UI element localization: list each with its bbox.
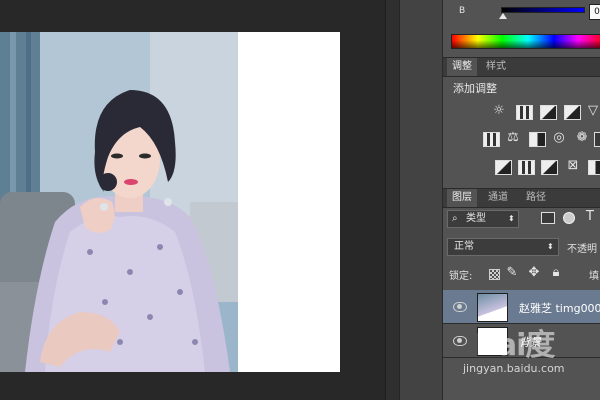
invert-icon[interactable] bbox=[495, 160, 512, 175]
exposure-icon[interactable] bbox=[564, 105, 581, 120]
chevron-updown-icon: ⬍ bbox=[508, 214, 515, 223]
layer-filter-kind: 类型 bbox=[466, 213, 486, 224]
opacity-label: 不透明 bbox=[567, 244, 597, 255]
channel-b-value[interactable]: 0 bbox=[589, 4, 600, 20]
filter-adjustment-icon[interactable] bbox=[563, 212, 575, 224]
baidu-logo: Bai度 bbox=[475, 328, 555, 363]
adjustments-title: 添加调整 bbox=[453, 82, 497, 95]
layer-thumbnail bbox=[477, 293, 508, 322]
lock-paint-icon[interactable]: ✎ bbox=[505, 266, 519, 279]
lock-transparent-icon[interactable] bbox=[489, 269, 500, 280]
black-white-icon[interactable] bbox=[529, 132, 546, 147]
blend-mode-value: 正常 bbox=[454, 241, 474, 252]
layers-tabbar: 图层 通道 路径 bbox=[443, 188, 600, 208]
color-panel: B 0 bbox=[443, 0, 600, 56]
curves-icon[interactable] bbox=[540, 105, 557, 120]
tab-adjustments[interactable]: 调整 bbox=[447, 58, 477, 76]
levels-icon[interactable] bbox=[516, 105, 533, 120]
filter-pixel-icon[interactable] bbox=[541, 212, 555, 224]
selective-color-icon[interactable]: ⊠ bbox=[565, 159, 581, 172]
lock-all-icon[interactable]: 🔒︎ bbox=[549, 266, 563, 279]
layer-filter-select[interactable]: ⌕ 类型 ⬍ bbox=[447, 210, 519, 228]
canvas-blank-area[interactable] bbox=[238, 32, 340, 372]
channel-mixer-icon[interactable]: ❁ bbox=[574, 131, 590, 144]
layer-photo[interactable] bbox=[0, 32, 238, 372]
hue-saturation-icon[interactable] bbox=[483, 132, 500, 147]
fill-label: 填 bbox=[589, 271, 599, 282]
watermark-url: jingyan.baidu.com bbox=[463, 362, 565, 375]
panel-dock-strip[interactable] bbox=[399, 0, 442, 400]
color-balance-icon[interactable]: ⚖ bbox=[505, 131, 521, 144]
posterize-icon[interactable] bbox=[518, 160, 535, 175]
blend-mode-select[interactable]: 正常 ⬍ bbox=[447, 238, 559, 256]
channel-b-label: B bbox=[459, 6, 466, 16]
search-icon: ⌕ bbox=[452, 213, 458, 224]
gradient-map-icon[interactable] bbox=[588, 160, 600, 175]
adjustments-tabbar: 调整 样式 bbox=[443, 57, 600, 77]
portrait-photo bbox=[0, 32, 238, 372]
lock-label: 锁定: bbox=[449, 271, 473, 282]
chevron-updown-icon: ⬍ bbox=[547, 242, 554, 251]
visibility-eye-icon[interactable] bbox=[453, 302, 467, 312]
tab-layers[interactable]: 图层 bbox=[447, 189, 477, 207]
color-spectrum[interactable] bbox=[451, 34, 600, 49]
color-lookup-icon[interactable] bbox=[594, 132, 600, 147]
photo-filter-icon[interactable]: ◎ bbox=[551, 131, 567, 144]
layer-row-photo[interactable]: 赵雅芝 timg0000 bbox=[443, 290, 600, 324]
channel-b-slider[interactable] bbox=[501, 7, 585, 13]
filter-type-icon[interactable]: T bbox=[583, 210, 597, 223]
canvas-scroll-strip[interactable] bbox=[385, 0, 400, 400]
slider-thumb-icon[interactable] bbox=[499, 13, 507, 19]
threshold-icon[interactable] bbox=[541, 160, 558, 175]
tab-channels[interactable]: 通道 bbox=[483, 189, 513, 207]
layer-name[interactable]: 赵雅芝 timg0000 bbox=[519, 300, 600, 316]
tab-styles[interactable]: 样式 bbox=[481, 58, 511, 76]
document-canvas-area[interactable] bbox=[0, 0, 385, 400]
brightness-icon[interactable]: ☼ bbox=[491, 104, 507, 117]
lock-position-icon[interactable]: ✥ bbox=[527, 266, 541, 279]
watermark: Bai度 jingyan.baidu.com bbox=[455, 320, 600, 390]
tab-paths[interactable]: 路径 bbox=[521, 189, 551, 207]
vibrance-icon[interactable]: ▽ bbox=[586, 104, 600, 117]
